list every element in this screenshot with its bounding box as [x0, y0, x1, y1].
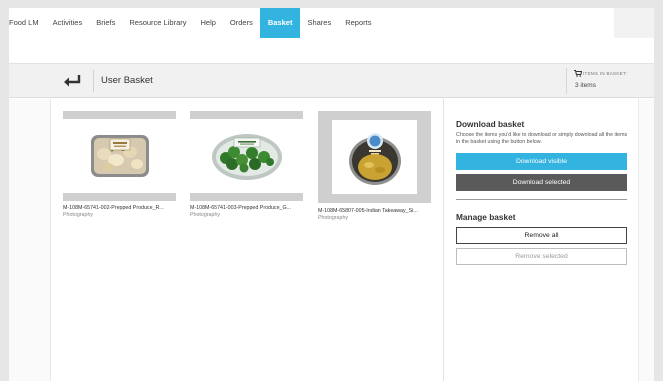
nav-item-orders[interactable]: Orders — [223, 8, 260, 38]
asset-card-bottom-bar — [63, 193, 176, 201]
return-arrow-icon[interactable] — [63, 74, 81, 88]
sidebar-divider — [456, 199, 627, 200]
asset-type: Photography — [190, 212, 221, 218]
asset-card[interactable]: M-108M-65741-002-Prepped Produce_R... Ph… — [63, 111, 176, 218]
download-basket-description: Choose the items you'd like to download … — [456, 132, 628, 146]
nav-item-activities[interactable]: Activities — [46, 8, 90, 38]
broccoli-tray-image — [211, 134, 282, 180]
items-in-basket-count: 3 items — [575, 82, 596, 89]
right-gutter — [638, 99, 654, 381]
page-title: User Basket — [101, 75, 153, 86]
manage-basket-heading: Manage basket — [456, 212, 516, 222]
nav-user-area[interactable] — [614, 8, 654, 38]
basket-body: M-108M-65741-002-Prepped Produce_R... Ph… — [9, 99, 654, 381]
basket-sidebar: Download basket Choose the items you'd l… — [443, 99, 638, 381]
asset-filename: M-108M-65807-005-Indian Takeaway_Si... — [318, 208, 418, 214]
asset-card[interactable]: M-108M-65741-003-Prepped Produce_G... Ph… — [190, 111, 303, 218]
remove-all-button[interactable]: Remove all — [456, 227, 627, 244]
asset-filename: M-108M-65741-003-Prepped Produce_G... — [190, 205, 291, 211]
remove-selected-button[interactable]: Remove selected — [456, 248, 627, 265]
nav-list: Food LM Activities Briefs Resource Libra… — [9, 8, 654, 38]
header-divider — [93, 70, 94, 92]
asset-type: Photography — [63, 212, 94, 218]
asset-card-top-bar — [190, 111, 303, 119]
header-divider-right — [566, 68, 567, 94]
asset-thumbnail-inner — [332, 120, 417, 194]
nav-item-shares[interactable]: Shares — [300, 8, 338, 38]
nav-item-resource-library[interactable]: Resource Library — [122, 8, 193, 38]
asset-filename: M-108M-65741-002-Prepped Produce_R... — [63, 205, 164, 211]
cart-icon — [574, 70, 582, 77]
coop-curry-pack-image — [348, 133, 401, 185]
nav-item-basket[interactable]: Basket — [259, 8, 301, 38]
left-gutter — [9, 99, 51, 381]
asset-card[interactable]: M-108M-65807-005-Indian Takeaway_Si... P… — [318, 111, 431, 221]
download-selected-button[interactable]: Download selected — [456, 174, 627, 191]
download-visible-button[interactable]: Download visible — [456, 153, 627, 170]
app-window: Food LM Activities Briefs Resource Libra… — [9, 8, 654, 381]
items-in-basket-label: ITEMS IN BASKET: — [583, 71, 628, 76]
asset-type: Photography — [318, 215, 349, 221]
nav-item-help[interactable]: Help — [193, 8, 222, 38]
download-basket-heading: Download basket — [456, 119, 525, 129]
page-header: User Basket ITEMS IN BASKET: 3 items — [9, 64, 654, 98]
asset-thumbnail[interactable] — [190, 123, 303, 189]
asset-thumbnail[interactable] — [318, 111, 431, 203]
asset-card-bottom-bar — [190, 193, 303, 201]
asset-thumbnail[interactable] — [63, 123, 176, 189]
nav-item-reports[interactable]: Reports — [338, 8, 378, 38]
nav-item-briefs[interactable]: Briefs — [89, 8, 122, 38]
top-navigation: Food LM Activities Briefs Resource Libra… — [9, 8, 654, 64]
nav-item-food-lm[interactable]: Food LM — [9, 8, 46, 38]
asset-card-top-bar — [63, 111, 176, 119]
potato-tray-image — [90, 135, 149, 177]
